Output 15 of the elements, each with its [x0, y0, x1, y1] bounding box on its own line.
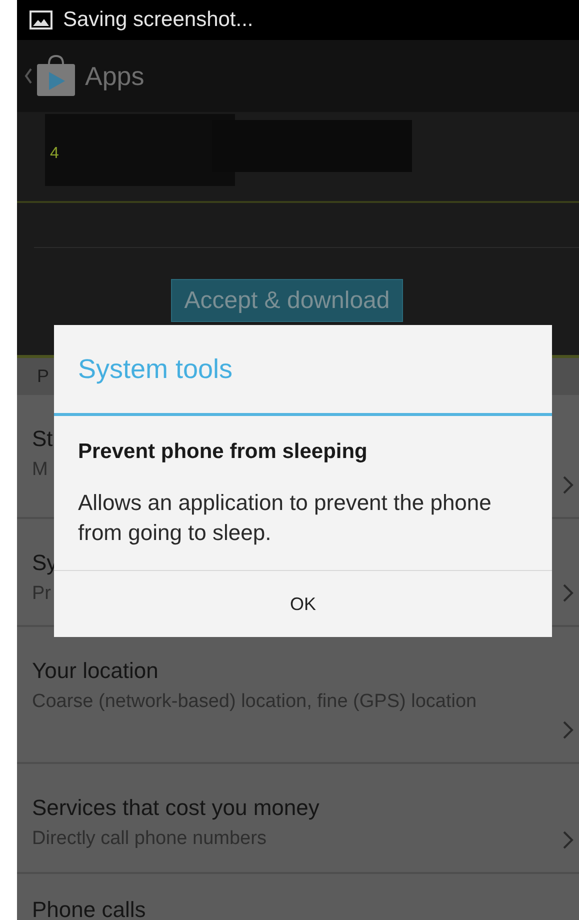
notification-text: Saving screenshot... — [63, 7, 254, 34]
permission-description: Allows an application to prevent the phone from going to sleep. — [78, 488, 492, 547]
permission-name: Prevent phone from sleeping — [78, 439, 368, 465]
permission-group-title: Your location — [32, 657, 158, 685]
accept-download-button[interactable]: Accept & download — [171, 279, 403, 322]
permission-group-title: Phone calls — [32, 896, 146, 920]
permission-group-title: St — [32, 425, 53, 453]
dialog-title: System tools — [78, 352, 233, 386]
header-text: 4 — [50, 144, 59, 164]
permission-row[interactable]: Phone calls — [17, 874, 579, 920]
back-caret-icon[interactable] — [23, 66, 33, 86]
action-bar-title: Apps — [85, 60, 144, 92]
permission-group-title: Services that cost you money — [32, 794, 320, 822]
image-icon — [29, 10, 53, 30]
shopping-bag-icon[interactable] — [35, 54, 77, 98]
